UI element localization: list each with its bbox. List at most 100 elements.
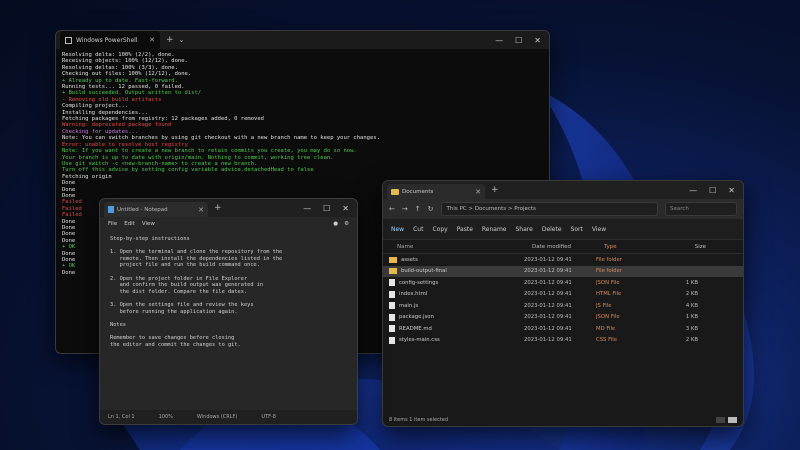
up-icon[interactable]: ↑ [415,205,421,213]
minimize-icon[interactable]: — [495,36,503,45]
command-share[interactable]: Share [516,226,533,233]
file-icon [389,290,395,298]
notepad-titlebar: Untitled - Notepad ✕ + — ☐ ✕ [100,199,357,217]
maximize-icon[interactable]: ☐ [515,36,522,45]
file-size: 4 KB [685,302,698,309]
column-date[interactable]: Date modified [532,244,604,250]
file-size: 3 KB [685,325,698,332]
file-name: index.html [399,291,428,298]
file-type: JSON File [596,314,620,321]
file-size: 1 KB [685,314,698,321]
notepad-line: Notes [110,321,126,328]
chevron-down-icon[interactable]: ⌄ [179,36,185,44]
gear-icon[interactable]: ⚙ [344,221,349,227]
file-icon [389,336,395,344]
file-type: CSS File [596,337,617,344]
notepad-text-area[interactable]: Step-by-step instructions 1. Open the ter… [100,230,357,402]
new-tab-button[interactable]: + [166,35,174,45]
column-name[interactable]: Name [393,244,532,250]
file-row[interactable]: assets 2023-01-12 09:41 File folder [383,254,743,266]
file-row[interactable]: main.js 2023-01-12 09:41 JS File 4 KB [383,300,743,312]
notepad-tab[interactable]: Untitled - Notepad ✕ [104,202,208,217]
explorer-tab-title: Documents [402,188,434,195]
file-icon [389,302,395,310]
column-type[interactable]: Type [604,244,668,250]
file-icon [389,325,395,333]
file-row[interactable]: package.json 2023-01-12 09:41 JSON File 1 K… [383,312,743,324]
notepad-window[interactable]: Untitled - Notepad ✕ + — ☐ ✕ File Edit V… [99,198,358,425]
status-item: 100% [158,414,173,420]
terminal-icon [65,36,72,44]
command-new[interactable]: New [391,226,404,233]
notepad-line: project file and run the build command o… [110,262,260,269]
file-icon [389,313,395,321]
refresh-icon[interactable]: ↻ [428,205,434,213]
status-item: UTF-8 [261,414,276,420]
command-paste[interactable]: Paste [457,226,473,233]
command-view[interactable]: View [592,226,606,233]
list-view-icon[interactable] [728,416,737,423]
file-name-cell: assets [389,256,524,263]
notepad-line [110,295,347,302]
notepad-tab-title: Untitled - Notepad [117,206,168,213]
back-icon[interactable]: ← [389,205,395,213]
new-tab-button[interactable]: + [214,203,222,213]
command-rename[interactable]: Rename [482,226,507,233]
notepad-line [110,328,347,335]
command-sort[interactable]: Sort [571,226,583,233]
maximize-icon[interactable]: ☐ [709,186,716,195]
folder-icon [389,268,397,275]
command-delete[interactable]: Delete [542,226,562,233]
file-name: assets [401,256,418,263]
minimize-icon[interactable]: — [303,204,311,213]
file-row[interactable]: config-settings 2023-01-12 09:41 JSON File… [383,277,743,289]
close-tab-icon[interactable]: ✕ [198,206,204,214]
avatar[interactable]: ● [333,221,338,227]
close-icon[interactable]: ✕ [534,36,541,45]
command-bar: New Cut Copy Paste Rename Share Delete Sort View [383,219,743,240]
file-date: 2023-01-12 09:41 [524,337,572,344]
menu-edit[interactable]: Edit [124,221,135,227]
item-count: 8 items 1 item selected [389,416,449,423]
file-size: 2 KB [685,291,698,298]
file-row[interactable]: README.md 2023-01-12 09:41 MD File 3 KB [383,323,743,335]
file-row[interactable]: build-output-final 2023-01-12 09:41 File f… [383,265,743,277]
new-tab-button[interactable]: + [491,185,499,195]
maximize-icon[interactable]: ☐ [323,204,330,213]
forward-icon[interactable]: → [402,205,408,213]
notepad-line [110,315,347,322]
explorer-titlebar: Documents ✕ + — ☐ ✕ [383,181,743,199]
explorer-tab[interactable]: Documents ✕ [387,184,485,199]
address-bar[interactable]: This PC > Documents > Projects [440,202,658,216]
notepad-menubar: File Edit View ● ⚙ [100,217,357,230]
terminal-tab[interactable]: Windows PowerShell ✕ [60,31,160,49]
close-icon[interactable]: ✕ [728,186,735,195]
file-date: 2023-01-12 09:41 [524,291,572,298]
notepad-line: the editor and commit the changes to git… [110,341,241,348]
file-name: styles-main.css [399,337,440,344]
file-explorer-window[interactable]: Documents ✕ + — ☐ ✕ ← → ↑ ↻ This PC > Do… [382,180,744,427]
details-view-icon[interactable] [716,416,725,423]
file-row[interactable]: styles-main.css 2023-01-12 09:41 CSS File 2… [383,335,743,347]
file-name: README.md [399,325,432,332]
file-row[interactable]: index.html 2023-01-12 09:41 HTML File 2 KB [383,289,743,301]
notepad-line: 3. Open the settings file and review the… [110,301,254,308]
close-tab-icon[interactable]: ✕ [149,36,155,44]
close-icon[interactable]: ✕ [342,204,349,213]
command-cut[interactable]: Cut [413,226,423,233]
notepad-statusbar: Ln 1, Col 1 100% Windows (CRLF) UTF-8 [100,410,357,424]
status-item: Ln 1, Col 1 [108,414,135,420]
file-size: 1 KB [685,279,698,286]
minimize-icon[interactable]: — [689,186,697,195]
terminal-tab-title: Windows PowerShell [76,36,138,44]
menu-file[interactable]: File [108,221,117,227]
close-tab-icon[interactable]: ✕ [475,188,481,196]
search-input[interactable]: Search [665,202,737,216]
file-name: build-output-final [401,268,447,275]
column-size[interactable]: Size [668,244,706,250]
file-type: JSON File [596,279,620,286]
command-copy[interactable]: Copy [432,226,447,233]
menu-view[interactable]: View [142,221,155,227]
file-name-cell: styles-main.css [389,336,524,344]
notepad-line [110,243,347,250]
